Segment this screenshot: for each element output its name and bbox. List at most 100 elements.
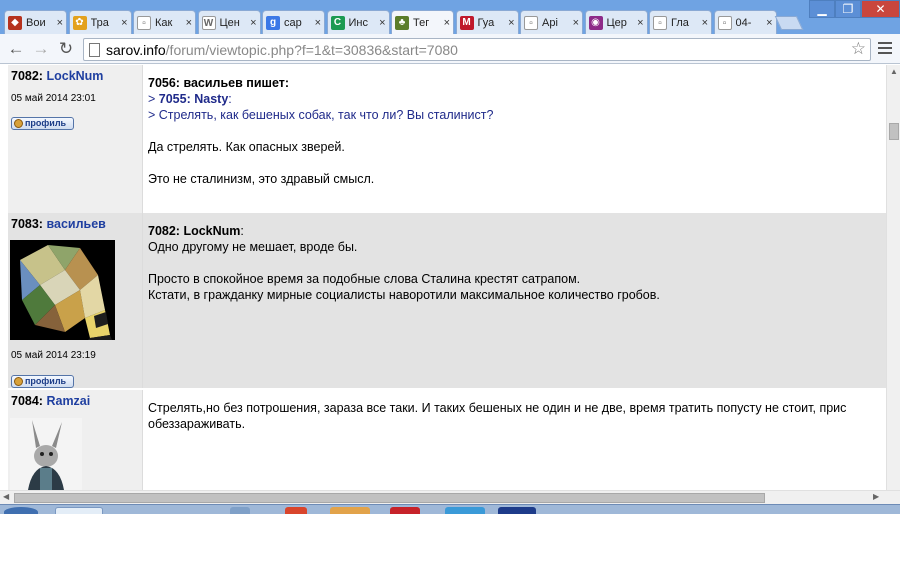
taskbar-item[interactable] — [498, 507, 536, 514]
taskbar-item[interactable] — [445, 507, 485, 514]
author-link[interactable]: Ramzai — [46, 394, 90, 408]
tab-favicon-icon: ♣ — [395, 16, 409, 30]
post-body: 7056: васильев пишет: > 7055: Nasty: > С… — [143, 65, 886, 213]
browser-tab[interactable]: ◉ Цер × — [584, 10, 648, 34]
tab-label: сар — [284, 16, 302, 29]
horizontal-scroll-thumb[interactable] — [14, 493, 765, 503]
new-tab-button[interactable] — [774, 16, 804, 30]
quote-suffix: : — [228, 92, 232, 106]
tab-close-icon[interactable]: × — [573, 17, 579, 29]
tab-favicon-icon: ▫ — [653, 15, 667, 30]
author-link[interactable]: LockNum — [46, 69, 103, 83]
avatar — [10, 418, 82, 490]
tab-label: Инс — [348, 16, 368, 29]
vertical-scrollbar[interactable]: ▲ — [886, 65, 900, 490]
bookmark-star-icon[interactable]: ☆ — [851, 39, 866, 59]
tab-close-icon[interactable]: × — [444, 17, 450, 29]
browser-tab[interactable]: ◆ Вои × — [4, 10, 67, 34]
scroll-up-icon[interactable]: ▲ — [890, 67, 898, 76]
start-button[interactable] — [4, 507, 38, 514]
browser-tab[interactable]: C Инс × — [326, 10, 390, 34]
tab-close-icon[interactable]: × — [702, 17, 708, 29]
tab-close-icon[interactable]: × — [186, 17, 192, 29]
tab-label: 04- — [735, 16, 752, 29]
tab-close-icon[interactable]: × — [508, 17, 514, 29]
close-icon: ✕ — [875, 2, 886, 16]
tab-favicon-icon: ◆ — [8, 15, 22, 30]
scroll-left-icon[interactable]: ◀ — [3, 492, 9, 501]
quote-ref-link[interactable]: 7055: Nasty — [159, 92, 229, 106]
taskbar-item[interactable] — [390, 507, 420, 514]
close-window-button[interactable]: ✕ — [861, 0, 900, 18]
back-button[interactable]: ← — [5, 39, 27, 59]
minimize-button[interactable]: ▁ — [809, 0, 835, 18]
author-link[interactable]: васильев — [46, 217, 105, 231]
chrome-menu-button[interactable] — [876, 39, 894, 59]
browser-tab[interactable]: M Гуа × — [455, 10, 519, 34]
browser-tab[interactable]: ▫ Гла × — [649, 10, 712, 34]
taskbar-item[interactable] — [330, 507, 370, 514]
browser-tab[interactable]: ♣ Тег × — [391, 10, 454, 35]
post-author-column: 7084: Ramzai — [8, 390, 143, 490]
profile-button[interactable]: профиль — [11, 375, 74, 388]
quote-reference: > 7055: Nasty: — [148, 91, 881, 107]
profile-icon — [14, 377, 23, 386]
tab-favicon-icon: ▫ — [524, 15, 538, 30]
forum-post: 7084: Ramzai Стрелять,но без потрошения,… — [8, 390, 886, 490]
post-header: 7083: васильев — [11, 217, 139, 231]
forum-post: 7083: васильев 05 май 2014 23:19 профиль — [8, 213, 886, 388]
reply-suffix: : — [240, 224, 244, 238]
browser-tab[interactable]: W Цен × — [197, 10, 261, 34]
tab-close-icon[interactable]: × — [637, 17, 643, 29]
forum-post: 7082: LockNum 05 май 2014 23:01 профиль … — [8, 65, 886, 213]
post-text-line: Да стрелять. Как опасных зверей. — [148, 140, 345, 154]
profile-button[interactable]: профиль — [11, 117, 74, 130]
tab-favicon-icon: W — [201, 15, 216, 30]
browser-tab[interactable]: g сар × — [262, 10, 325, 34]
tab-close-icon[interactable]: × — [57, 17, 63, 29]
tab-label: Тег — [413, 17, 430, 29]
tab-close-icon[interactable]: × — [766, 17, 772, 29]
reload-button[interactable]: ↻ — [55, 39, 77, 59]
page-content: 7082: LockNum 05 май 2014 23:01 профиль … — [0, 65, 886, 490]
tab-favicon-icon: ◉ — [588, 15, 603, 30]
post-number: 7084: — [11, 394, 43, 408]
arrow-left-icon: ← — [7, 39, 25, 58]
vertical-scroll-thumb[interactable] — [889, 123, 899, 140]
taskbar-item[interactable] — [285, 507, 307, 514]
tab-label: Гуа — [477, 16, 495, 29]
browser-tab[interactable]: ▫ Арі × — [520, 10, 583, 34]
tab-label: Гла — [671, 16, 689, 29]
post-author-column: 7083: васильев 05 май 2014 23:19 профиль — [8, 213, 143, 388]
forward-button[interactable]: → — [30, 39, 52, 59]
browser-tab[interactable]: ▫ Как × — [133, 10, 196, 34]
reply-ref: 7082: LockNum — [148, 224, 241, 238]
quote-header: 7056: васильев пишет: — [148, 76, 290, 90]
reply-header: 7082: LockNum: — [148, 223, 881, 239]
tab-favicon-icon: ✿ — [72, 15, 87, 30]
post-header: 7082: LockNum — [11, 69, 139, 83]
minimize-icon: ▁ — [817, 2, 827, 16]
quote-text: > Стрелять, как бешеных собак, так что л… — [148, 108, 494, 122]
tab-close-icon[interactable]: × — [315, 17, 321, 29]
horizontal-scrollbar[interactable]: ◀ ▶ — [0, 490, 900, 504]
post-text-line: Кстати, в гражданку мирные социалисты на… — [148, 288, 660, 302]
post-header: 7084: Ramzai — [11, 394, 139, 408]
address-bar[interactable]: sarov.info/forum/viewtopic.php?f=1&t=308… — [83, 38, 871, 61]
post-body: Стрелять,но без потрошения, зараза все т… — [143, 390, 886, 490]
tab-close-icon[interactable]: × — [250, 17, 256, 29]
tab-favicon-icon: C — [330, 15, 345, 30]
maximize-button[interactable]: ❐ — [835, 0, 861, 18]
taskbar-item[interactable] — [55, 507, 103, 514]
tab-close-icon[interactable]: × — [121, 17, 127, 29]
browser-tab[interactable]: ▫ 04- × — [713, 10, 777, 34]
reload-icon: ↻ — [58, 39, 74, 58]
browser-tab[interactable]: ✿ Тра × — [68, 10, 132, 34]
tab-close-icon[interactable]: × — [379, 17, 385, 29]
post-author-column: 7082: LockNum 05 май 2014 23:01 профиль — [8, 65, 143, 213]
os-taskbar — [0, 504, 900, 514]
taskbar-item[interactable] — [230, 507, 250, 514]
scroll-right-icon[interactable]: ▶ — [873, 492, 879, 501]
tab-label: Цер — [606, 16, 627, 29]
url-text[interactable]: sarov.info/forum/viewtopic.php?f=1&t=308… — [106, 42, 458, 58]
